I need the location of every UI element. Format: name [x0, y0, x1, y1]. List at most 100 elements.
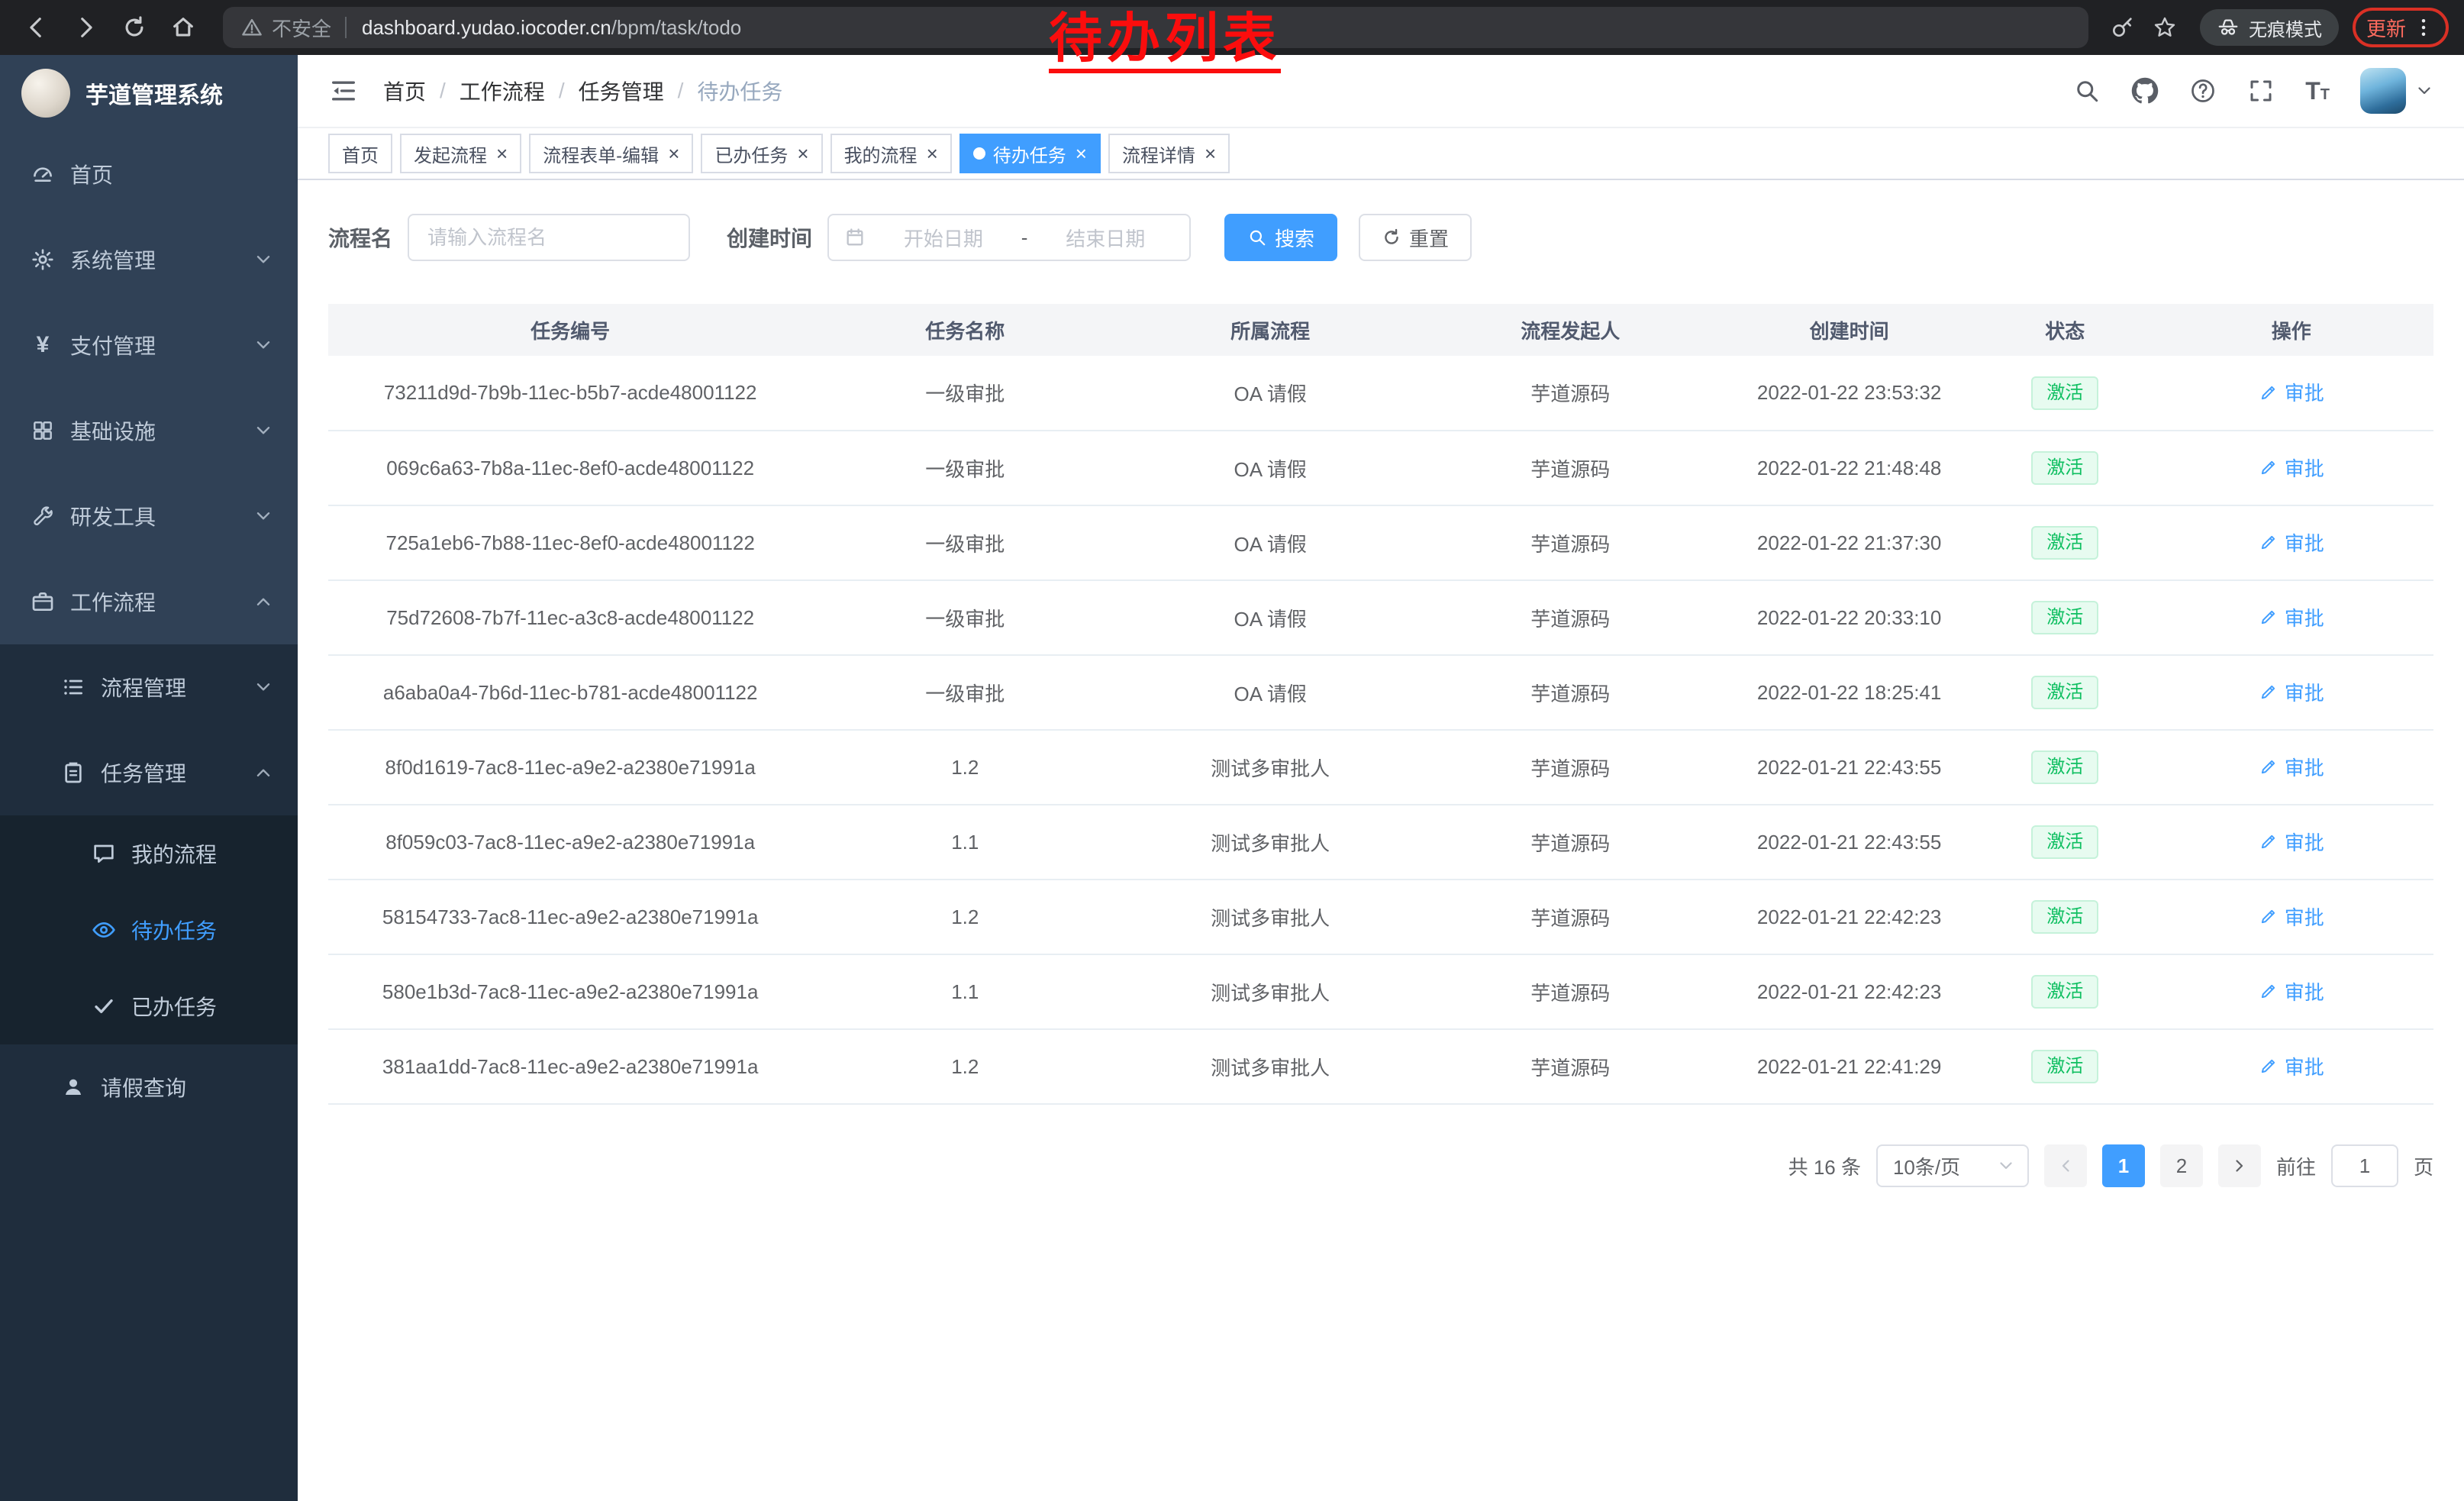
sidebar-item-my-process[interactable]: 我的流程 — [0, 815, 298, 892]
breadcrumb-current: 待办任务 — [697, 76, 782, 106]
tab-start-process[interactable]: 发起流程 × — [400, 134, 521, 173]
cell-task-name: 1.1 — [812, 805, 1118, 880]
approve-link[interactable]: 审批 — [2259, 902, 2324, 931]
sidebar-item-infrastructure[interactable]: 基础设施 — [0, 388, 298, 473]
font-size-icon[interactable]: TT — [2305, 77, 2330, 105]
search-icon[interactable] — [2073, 77, 2101, 105]
app-title: 芋道管理系统 — [85, 76, 223, 110]
approve-link[interactable]: 审批 — [2259, 603, 2324, 631]
tab-form-edit[interactable]: 流程表单-编辑 × — [529, 134, 693, 173]
sidebar-item-home[interactable]: 首页 — [0, 131, 298, 217]
approve-link[interactable]: 审批 — [2259, 454, 2324, 482]
menu-label: 流程管理 — [101, 672, 186, 702]
edit-icon — [2259, 981, 2279, 1001]
menu-label: 请假查询 — [101, 1072, 186, 1102]
tab-done-tasks[interactable]: 已办任务 × — [701, 134, 822, 173]
sidebar-item-workflow[interactable]: 工作流程 — [0, 559, 298, 644]
page-button-1[interactable]: 1 — [2102, 1144, 2145, 1187]
password-key-icon[interactable] — [2101, 6, 2143, 49]
approve-link[interactable]: 审批 — [2259, 678, 2324, 706]
prev-page-button[interactable] — [2044, 1144, 2087, 1187]
browser-update-button[interactable]: 更新 — [2353, 8, 2449, 47]
tab-process-detail[interactable]: 流程详情 × — [1108, 134, 1230, 173]
col-actions: 操作 — [2150, 304, 2433, 356]
reset-button[interactable]: 重置 — [1359, 214, 1472, 261]
cell-starter: 芋道源码 — [1423, 505, 1717, 580]
cell-task-name: 一级审批 — [812, 431, 1118, 505]
app-logo[interactable]: 芋道管理系统 — [0, 55, 298, 131]
sidebar-item-task-mgmt[interactable]: 任务管理 — [0, 730, 298, 815]
tab-home[interactable]: 首页 — [328, 134, 392, 173]
tab-close-icon[interactable]: × — [496, 144, 508, 163]
next-page-button[interactable] — [2218, 1144, 2261, 1187]
github-icon[interactable] — [2131, 77, 2159, 105]
approve-link[interactable]: 审批 — [2259, 528, 2324, 557]
col-task-id: 任务编号 — [328, 304, 812, 356]
app-header: 首页 / 工作流程 / 任务管理 / 待办任务 TT — [298, 55, 2464, 128]
help-icon[interactable] — [2189, 77, 2217, 105]
tab-close-icon[interactable]: × — [797, 144, 808, 163]
chevron-down-icon — [253, 421, 273, 441]
tab-label: 发起流程 — [414, 140, 487, 167]
chevron-down-icon — [253, 250, 273, 270]
table-row: 069c6a63-7b8a-11ec-8ef0-acde48001122 一级审… — [328, 431, 2433, 505]
sidebar-item-done-tasks[interactable]: 已办任务 — [0, 968, 298, 1044]
sidebar-filler — [0, 1130, 298, 1501]
sidebar-item-leave-query[interactable]: 请假查询 — [0, 1044, 298, 1130]
tab-close-icon[interactable]: × — [927, 144, 938, 163]
sidebar-item-system-mgmt[interactable]: 系统管理 — [0, 217, 298, 302]
sidebar-item-payment-mgmt[interactable]: ¥ 支付管理 — [0, 302, 298, 388]
search-icon — [1247, 228, 1267, 247]
edit-icon — [2259, 757, 2279, 776]
list-icon — [61, 675, 85, 699]
sidebar-item-dev-tools[interactable]: 研发工具 — [0, 473, 298, 559]
tab-label: 流程详情 — [1122, 140, 1195, 167]
status-badge: 激活 — [2031, 750, 2098, 784]
date-range-picker[interactable]: 开始日期 - 结束日期 — [827, 214, 1191, 261]
process-name-input[interactable] — [408, 214, 690, 261]
cell-created: 2022-01-22 21:37:30 — [1717, 505, 1981, 580]
fullscreen-icon[interactable] — [2247, 77, 2275, 105]
browser-home-button[interactable] — [162, 6, 205, 49]
approve-link[interactable]: 审批 — [2259, 753, 2324, 781]
user-avatar-menu[interactable] — [2360, 68, 2433, 114]
approve-link[interactable]: 审批 — [2259, 378, 2324, 406]
table-row: 73211d9d-7b9b-11ec-b5b7-acde48001122 一级审… — [328, 356, 2433, 431]
approve-link[interactable]: 审批 — [2259, 828, 2324, 856]
cell-task-id: 580e1b3d-7ac8-11ec-a9e2-a2380e71991a — [328, 954, 812, 1029]
cell-process: OA 请假 — [1118, 356, 1423, 431]
tab-close-icon[interactable]: × — [1205, 144, 1216, 163]
table-row: 8f0d1619-7ac8-11ec-a9e2-a2380e71991a 1.2… — [328, 730, 2433, 805]
bookmark-star-icon[interactable] — [2143, 6, 2186, 49]
browser-back-button[interactable] — [15, 6, 58, 49]
goto-page-input[interactable] — [2331, 1144, 2398, 1187]
search-button[interactable]: 搜索 — [1224, 214, 1337, 261]
cell-task-name: 1.2 — [812, 730, 1118, 805]
incognito-label: 无痕模式 — [2249, 15, 2322, 41]
tab-todo-tasks[interactable]: 待办任务 × — [959, 134, 1101, 173]
breadcrumb-home[interactable]: 首页 — [383, 76, 426, 106]
sidebar-collapse-icon[interactable] — [328, 76, 359, 106]
tab-label: 待办任务 — [993, 140, 1066, 167]
sidebar-item-todo-tasks[interactable]: 待办任务 — [0, 892, 298, 968]
browser-forward-button[interactable] — [64, 6, 107, 49]
approve-link[interactable]: 审批 — [2259, 1052, 2324, 1080]
breadcrumb-task-mgmt[interactable]: 任务管理 — [579, 76, 664, 106]
page-button-2[interactable]: 2 — [2160, 1144, 2203, 1187]
page-size-select[interactable]: 10条/页 — [1876, 1144, 2029, 1187]
breadcrumb-workflow[interactable]: 工作流程 — [460, 76, 545, 106]
browser-reload-button[interactable] — [113, 6, 156, 49]
approve-link[interactable]: 审批 — [2259, 977, 2324, 1006]
cell-task-id: 75d72608-7b7f-11ec-a3c8-acde48001122 — [328, 580, 812, 655]
table-header-row: 任务编号 任务名称 所属流程 流程发起人 创建时间 状态 操作 — [328, 304, 2433, 356]
person-icon — [61, 1075, 85, 1099]
cell-task-id: 725a1eb6-7b88-11ec-8ef0-acde48001122 — [328, 505, 812, 580]
tab-close-icon[interactable]: × — [1076, 144, 1087, 163]
sidebar-item-process-mgmt[interactable]: 流程管理 — [0, 644, 298, 730]
col-created: 创建时间 — [1717, 304, 1981, 356]
tab-my-process[interactable]: 我的流程 × — [830, 134, 952, 173]
browser-menu-dots-icon[interactable] — [2412, 16, 2435, 39]
tab-close-icon[interactable]: × — [668, 144, 679, 163]
start-date-placeholder: 开始日期 — [875, 224, 1012, 252]
table-row: 580e1b3d-7ac8-11ec-a9e2-a2380e71991a 1.1… — [328, 954, 2433, 1029]
